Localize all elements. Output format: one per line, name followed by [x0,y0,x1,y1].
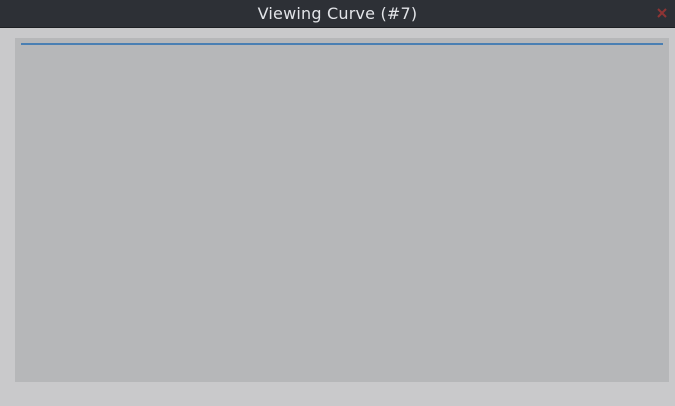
title-bar[interactable]: Viewing Curve (#7) [0,0,675,28]
curve-plot-area[interactable] [15,38,669,382]
curve-line [21,43,663,45]
window-title: Viewing Curve (#7) [257,4,418,23]
close-icon [657,8,667,18]
close-button[interactable] [655,6,669,20]
curve-viewer-window: Viewing Curve (#7) [0,0,675,406]
